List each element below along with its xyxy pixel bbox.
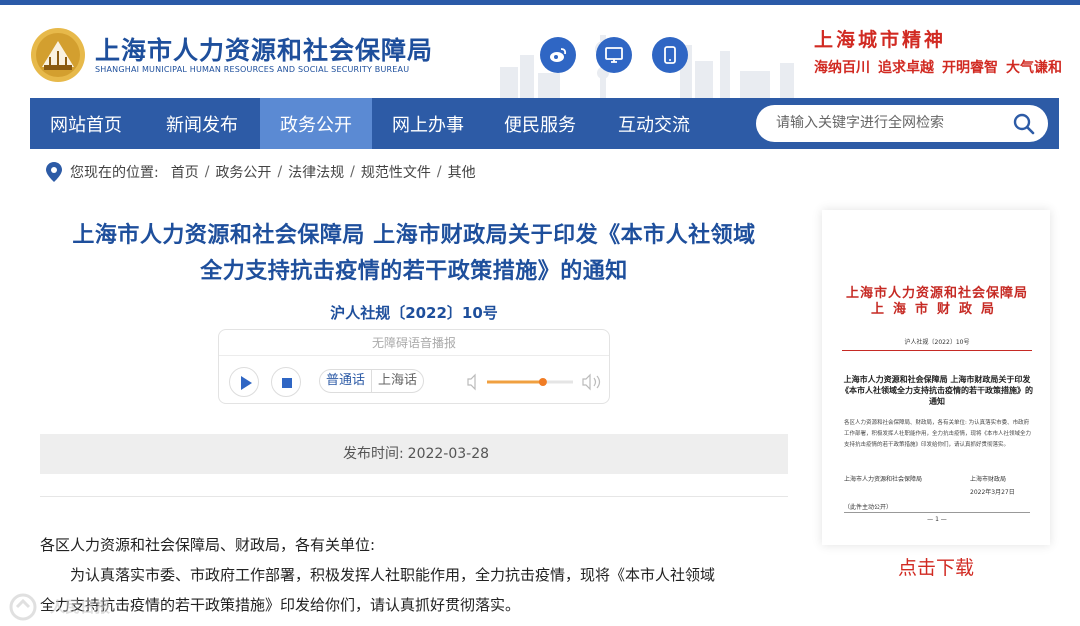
breadcrumb-item-laws[interactable]: 法律法规 bbox=[288, 162, 344, 182]
article-title-line2: 全力支持抗击疫情的若干政策措施》的通知 bbox=[200, 259, 628, 284]
thumbnail-note: （此件主动公开） bbox=[844, 504, 893, 511]
article-paragraph-line1: 为认真落实市委、市政府工作部署，积极发挥人社职能作用，全力抗击疫情，现将《本市人… bbox=[70, 566, 716, 584]
thumbnail-red-rule bbox=[842, 350, 1032, 351]
article-title-line1: 上海市人力资源和社会保障局 上海市财政局关于印发《本市人社领域 bbox=[72, 223, 756, 248]
play-icon bbox=[241, 376, 252, 390]
volume-knob bbox=[538, 378, 547, 386]
language-toggle: 普通话 上海话 bbox=[319, 369, 425, 393]
watermark-logo-icon bbox=[9, 593, 37, 621]
search-icon[interactable] bbox=[1012, 112, 1036, 136]
nav-item-government-affairs[interactable]: 政务公开 bbox=[260, 98, 372, 149]
breadcrumb-item-other[interactable]: 其他 bbox=[448, 162, 476, 182]
thumbnail-doc-number: 沪人社规〔2022〕10号 bbox=[904, 339, 970, 346]
search-box bbox=[756, 105, 1048, 142]
breadcrumb-item-government-affairs[interactable]: 政务公开 bbox=[215, 162, 271, 182]
breadcrumb-item-normative-docs[interactable]: 规范性文件 bbox=[361, 162, 431, 182]
breadcrumb-separator: / bbox=[277, 164, 283, 180]
thumbnail-date: 2022年3月27日 bbox=[970, 489, 1015, 496]
city-spirit-title: 上海城市精神 bbox=[814, 29, 947, 51]
publish-date: 2022-03-28 bbox=[407, 446, 490, 462]
stop-icon bbox=[282, 378, 292, 388]
breadcrumb-label: 您现在的位置: bbox=[70, 165, 159, 181]
volume-low-icon bbox=[467, 373, 476, 391]
thumbnail-signature-2: 上海市财政局 bbox=[970, 476, 1007, 483]
search-input[interactable] bbox=[776, 113, 1006, 133]
shanghainese-option[interactable]: 上海话 bbox=[372, 370, 423, 392]
article-salutation: 各区人力资源和社会保障局、财政局，各有关单位: bbox=[40, 536, 376, 554]
volume-slider[interactable] bbox=[465, 372, 605, 392]
breadcrumb-item-home[interactable]: 首页 bbox=[171, 162, 199, 182]
content-divider bbox=[40, 496, 788, 497]
mobile-icon[interactable] bbox=[652, 37, 688, 73]
audio-player-title: 无障碍语音播报 bbox=[219, 330, 609, 356]
breadcrumb: 您现在的位置: 首页 / 政务公开 / 法律法规 / 规范性文件 / 其他 bbox=[46, 161, 482, 183]
bureau-emblem-icon[interactable] bbox=[30, 27, 86, 83]
site-title[interactable]: 上海市人力资源和社会保障局 bbox=[95, 31, 433, 67]
thumbnail-bottom-rule bbox=[844, 512, 1030, 513]
site-header: 上海市人力资源和社会保障局 SHANGHAI MUNICIPAL HUMAN R… bbox=[0, 5, 1080, 100]
stop-button[interactable] bbox=[271, 367, 301, 397]
document-number: 沪人社规〔2022〕10号 bbox=[330, 304, 498, 322]
thumbnail-title: 上海市人力资源和社会保障局 上海市财政局关于印发《本市人社领域全力支持抗击疫情的… bbox=[841, 374, 1033, 406]
breadcrumb-separator: / bbox=[204, 164, 210, 180]
site-subtitle: SHANGHAI MUNICIPAL HUMAN RESOURCES AND S… bbox=[95, 65, 410, 74]
spirit-word: 追求卓越 bbox=[878, 60, 934, 76]
thumbnail-body: 各区人力资源和社会保障局、财政局，各有关单位: 为认真落实市委、市政府工作部署，… bbox=[844, 420, 1032, 448]
computer-icon[interactable] bbox=[596, 37, 632, 73]
breadcrumb-separator: / bbox=[436, 164, 442, 180]
city-spirit-words: 海纳百川 追求卓越 开明睿智 大气谦和 bbox=[814, 57, 1070, 77]
download-link[interactable]: 点击下载 bbox=[822, 553, 1050, 580]
play-button[interactable] bbox=[229, 367, 259, 397]
thumbnail-issuer-2: 上海市财政局 bbox=[870, 302, 1003, 317]
thumbnail-signature-1: 上海市人力资源和社会保障局 bbox=[844, 476, 923, 483]
nav-item-online-services[interactable]: 网上办事 bbox=[372, 98, 484, 149]
watermark-text: 人民日报 bbox=[50, 598, 111, 616]
nav-item-public-services[interactable]: 便民服务 bbox=[484, 98, 596, 149]
thumbnail-page-number: — 1 — bbox=[927, 516, 947, 523]
article-title: 上海市人力资源和社会保障局 上海市财政局关于印发《本市人社领域 全力支持抗击疫情… bbox=[40, 218, 788, 290]
audio-player: 无障碍语音播报 普通话 上海话 bbox=[218, 329, 610, 404]
nav-item-interaction[interactable]: 互动交流 bbox=[598, 98, 710, 149]
publish-label: 发布时间: bbox=[342, 446, 404, 462]
weibo-icon[interactable] bbox=[540, 37, 576, 73]
main-nav: 网站首页 新闻发布 政务公开 网上办事 便民服务 互动交流 bbox=[30, 98, 1059, 149]
publish-info-bar: 发布时间: 2022-03-28 bbox=[40, 434, 788, 474]
nav-item-news[interactable]: 新闻发布 bbox=[146, 98, 258, 149]
spirit-word: 大气谦和 bbox=[1006, 60, 1062, 76]
spirit-word: 开明睿智 bbox=[942, 60, 998, 76]
spirit-word: 海纳百川 bbox=[814, 60, 870, 76]
document-thumbnail[interactable]: 上海市人力资源和社会保障局 上海市财政局 沪人社规〔2022〕10号 上海市人力… bbox=[822, 210, 1050, 545]
nav-item-home[interactable]: 网站首页 bbox=[30, 98, 142, 149]
location-pin-icon bbox=[46, 162, 62, 182]
mandarin-option[interactable]: 普通话 bbox=[320, 370, 373, 392]
breadcrumb-separator: / bbox=[350, 164, 355, 180]
volume-high-icon bbox=[582, 373, 591, 391]
watermark: 人民日报 bbox=[8, 592, 158, 622]
